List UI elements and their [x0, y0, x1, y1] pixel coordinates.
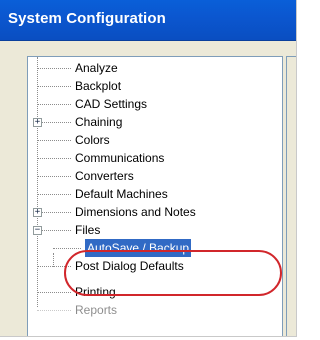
- tree-connector: [42, 122, 71, 123]
- tree-item-label: Files: [75, 223, 101, 237]
- title-bar[interactable]: System Configuration: [0, 0, 296, 41]
- tree-item-cad-settings[interactable]: CAD Settings: [28, 95, 282, 113]
- tree-connector: [53, 248, 81, 249]
- tree-item-files[interactable]: − Files: [28, 221, 282, 239]
- tree-item-label: Converters: [75, 169, 134, 183]
- expand-plus-icon[interactable]: +: [33, 118, 42, 127]
- tree-item-label: Chaining: [75, 115, 123, 129]
- expand-plus-icon[interactable]: +: [33, 208, 42, 217]
- tree-connector: [37, 194, 71, 195]
- tree-item-label: Default Machines: [75, 187, 168, 201]
- highlight-annotation-oval: [64, 250, 282, 296]
- tree-item-label: CAD Settings: [75, 97, 148, 111]
- tree-connector: [37, 310, 71, 311]
- tree-item-default-machines[interactable]: Default Machines: [28, 185, 282, 203]
- window-title: System Configuration: [8, 10, 166, 27]
- tree-connector: [37, 292, 71, 293]
- tree-item-reports[interactable]: Reports: [28, 301, 282, 319]
- settings-detail-panel: [286, 56, 296, 336]
- tree-connector: [37, 158, 71, 159]
- system-configuration-window: System Configuration Analyze Backplot CA…: [0, 0, 297, 337]
- collapse-minus-icon[interactable]: −: [33, 226, 42, 235]
- tree-item-backplot[interactable]: Backplot: [28, 77, 282, 95]
- tree-item-label: Dimensions and Notes: [75, 205, 196, 219]
- tree-item-label: Communications: [75, 151, 165, 165]
- tree-connector: [42, 212, 71, 213]
- tree-item-converters[interactable]: Converters: [28, 167, 282, 185]
- tree-connector: [37, 68, 71, 69]
- tree-item-chaining[interactable]: + Chaining: [28, 113, 282, 131]
- tree-item-colors[interactable]: Colors: [28, 131, 282, 149]
- tree-connector: [37, 176, 71, 177]
- tree-connector: [42, 230, 71, 231]
- tree-item-analyze[interactable]: Analyze: [28, 59, 282, 77]
- tree-item-label: Reports: [75, 303, 118, 317]
- tree-connector: [37, 86, 71, 87]
- tree-connector: [37, 104, 71, 105]
- tree-item-label: Analyze: [75, 61, 118, 75]
- tree-item-label: Backplot: [75, 79, 122, 93]
- tree-item-communications[interactable]: Communications: [28, 149, 282, 167]
- tree-connector: [37, 140, 71, 141]
- tree-item-label: Colors: [75, 133, 110, 147]
- tree-item-dimensions-and-notes[interactable]: + Dimensions and Notes: [28, 203, 282, 221]
